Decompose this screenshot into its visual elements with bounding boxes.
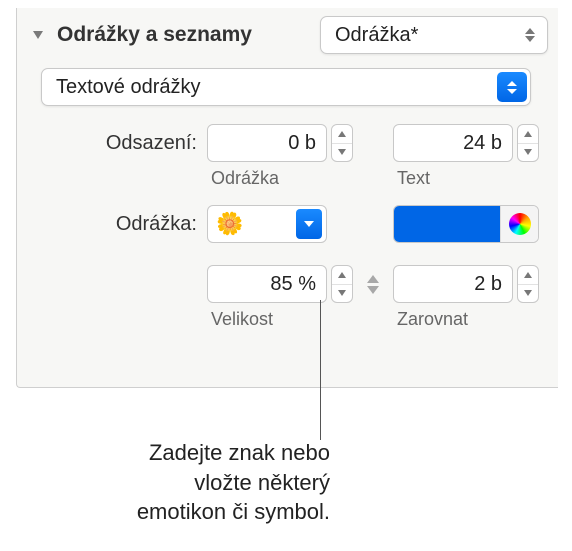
flower-icon: 🌼 <box>216 213 243 235</box>
stepper-up-icon[interactable] <box>332 125 352 144</box>
stepper-down-icon[interactable] <box>332 285 352 303</box>
text-indent-stepper[interactable] <box>393 124 539 162</box>
text-indent-sublabel: Text <box>393 168 539 189</box>
stepper-down-icon[interactable] <box>518 144 538 162</box>
color-wheel-icon <box>509 213 531 235</box>
callout-text: Zadejte znak nebo vložte některý emotiko… <box>100 438 330 527</box>
stepper-up-icon[interactable] <box>518 125 538 144</box>
text-indent-input[interactable] <box>393 124 513 162</box>
align-input[interactable] <box>393 265 513 303</box>
bullet-type-popup[interactable]: Textové odrážky <box>41 68 531 106</box>
bullet-label: Odrážka: <box>37 213 207 236</box>
bullets-lists-panel: Odrážky a seznamy Odrážka* Textové odráž… <box>16 8 558 388</box>
align-sublabel: Zarovnat <box>393 309 539 330</box>
list-style-value: Odrážka* <box>335 24 418 47</box>
color-wheel-button[interactable] <box>500 206 538 242</box>
bullet-color-well[interactable] <box>393 205 539 243</box>
section-header-row: Odrážky a seznamy Odrážka* <box>27 16 548 54</box>
stepper-up-icon[interactable] <box>518 266 538 285</box>
bullet-indent-stepper[interactable] <box>207 124 353 162</box>
bullet-indent-input[interactable] <box>207 124 327 162</box>
stepper-buttons[interactable] <box>517 124 539 162</box>
list-style-popup[interactable]: Odrážka* <box>320 16 548 54</box>
stepper-buttons[interactable] <box>331 265 353 303</box>
size-stepper[interactable] <box>207 265 353 303</box>
align-arrows-icon <box>353 275 393 294</box>
bullet-char-popup[interactable]: 🌼 <box>207 205 327 243</box>
stepper-buttons[interactable] <box>517 265 539 303</box>
size-sublabel: Velikost <box>207 309 353 330</box>
bullet-indent-sublabel: Odrážka <box>207 168 353 189</box>
color-swatch[interactable] <box>394 206 500 242</box>
controls-grid: Odsazení: Odrážka Text Odrážka: 🌼 <box>37 124 538 342</box>
stepper-down-icon[interactable] <box>332 144 352 162</box>
indent-label: Odsazení: <box>37 132 207 155</box>
popup-button-cap-icon <box>497 72 527 102</box>
stepper-buttons[interactable] <box>331 124 353 162</box>
section-title: Odrážky a seznamy <box>57 23 252 47</box>
disclosure-triangle-icon[interactable] <box>33 31 43 39</box>
size-input[interactable] <box>207 265 327 303</box>
popup-arrows-icon <box>523 28 537 42</box>
callout-leader-line <box>320 300 321 440</box>
stepper-down-icon[interactable] <box>518 285 538 303</box>
bullet-type-value: Textové odrážky <box>56 76 201 99</box>
dropdown-chevron-icon <box>296 209 322 239</box>
align-stepper[interactable] <box>393 265 539 303</box>
stepper-up-icon[interactable] <box>332 266 352 285</box>
